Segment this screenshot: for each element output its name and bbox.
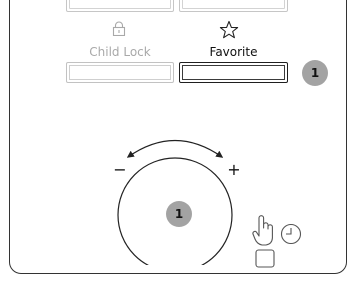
aux-controls bbox=[252, 215, 302, 268]
square-button-icon[interactable] bbox=[255, 249, 275, 268]
top-left-button[interactable] bbox=[66, 0, 174, 12]
dial-minus-label: − bbox=[113, 160, 126, 179]
rotary-dial-group: − + bbox=[113, 140, 241, 265]
callout-badge-favorite: 1 bbox=[302, 60, 328, 86]
rotation-arrow-icon bbox=[126, 140, 224, 158]
callout-badge-dial: 1 bbox=[166, 201, 192, 227]
star-icon bbox=[219, 20, 239, 44]
control-panel: Child Lock Favorite 1 − + 1 bbox=[0, 0, 359, 282]
favorite-button[interactable] bbox=[179, 62, 288, 83]
dial-plus-label: + bbox=[227, 160, 240, 179]
child-lock-button[interactable] bbox=[66, 62, 174, 83]
timer-clock-icon[interactable] bbox=[280, 223, 302, 245]
touch-hand-icon[interactable] bbox=[252, 215, 273, 246]
top-right-button[interactable] bbox=[179, 0, 288, 12]
favorite-label: Favorite bbox=[209, 45, 258, 59]
child-lock-label: Child Lock bbox=[89, 45, 151, 59]
lock-icon bbox=[112, 21, 126, 40]
